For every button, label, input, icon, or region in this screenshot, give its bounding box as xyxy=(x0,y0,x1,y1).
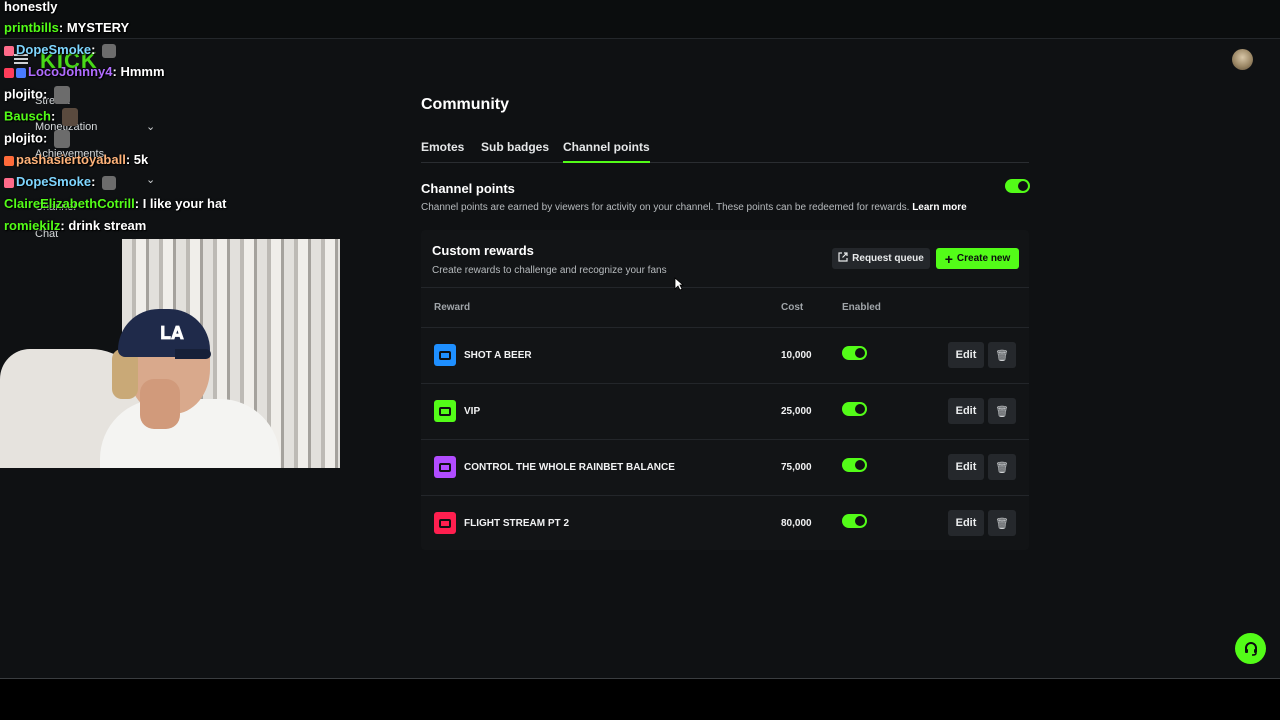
chevron-down-icon[interactable]: ⌄ xyxy=(146,173,155,186)
bottom-bar xyxy=(0,678,1280,720)
trash-icon[interactable]: 🗑 xyxy=(988,454,1016,480)
reward-name: VIP xyxy=(464,406,481,417)
reward-ticket-icon xyxy=(434,456,456,478)
avatar[interactable] xyxy=(1232,49,1253,70)
chat-message: DopeSmoke: xyxy=(4,174,117,190)
face-emote-icon xyxy=(53,86,70,104)
divider xyxy=(421,439,1029,440)
tab-bar: Emotes Sub badges Channel points xyxy=(421,140,1029,163)
reward-ticket-icon xyxy=(434,400,456,422)
reward-ticket-icon xyxy=(434,512,456,534)
divider xyxy=(421,287,1029,288)
channel-points-title: Channel points xyxy=(421,181,515,196)
chat-username: LocoJohnny4 xyxy=(28,64,113,79)
channel-points-description: Channel points are earned by viewers for… xyxy=(421,202,967,213)
reward-cost: 10,000 xyxy=(781,350,812,361)
trash-icon[interactable]: 🗑 xyxy=(988,342,1016,368)
edit-button[interactable]: Edit xyxy=(948,342,984,368)
trash-icon[interactable]: 🗑 xyxy=(988,510,1016,536)
custom-rewards-card: Custom rewards Create rewards to challen… xyxy=(421,230,1029,550)
chat-message: DopeSmoke: xyxy=(4,42,117,58)
chat-message: pashasiertoyaball: 5k xyxy=(4,152,148,167)
reward-enabled-toggle[interactable] xyxy=(842,458,867,472)
tab-emotes[interactable]: Emotes xyxy=(421,140,464,154)
chat-username: plojito xyxy=(4,86,43,102)
chat-message: printbills: MYSTERY xyxy=(4,20,130,35)
custom-rewards-title: Custom rewards xyxy=(432,243,534,258)
chat-text: drink stream xyxy=(68,218,147,233)
chat-message: romiekilz: drink stream xyxy=(4,218,147,233)
sub-badge-icon xyxy=(4,67,14,78)
chat-overflow-text: honestly xyxy=(4,0,58,14)
face-emote-icon xyxy=(61,108,78,126)
create-new-button[interactable]: + Create new xyxy=(936,248,1019,269)
chat-username: ClaireElizabethCotrill xyxy=(4,196,135,211)
reward-ticket-icon xyxy=(434,344,456,366)
chat-username: romiekilz xyxy=(4,218,61,233)
tab-sub-badges[interactable]: Sub badges xyxy=(481,140,549,154)
heart-badge-icon xyxy=(4,177,14,188)
chat-username: pashasiertoyaball xyxy=(16,152,126,167)
chat-text: Hmmm xyxy=(120,64,165,79)
chat-message: plojito: xyxy=(4,86,70,104)
chat-username: plojito xyxy=(4,130,43,146)
table-row: VIP 25,000 Edit 🗑 xyxy=(421,386,1029,442)
chat-message: Bausch: xyxy=(4,108,78,126)
page-title: Community xyxy=(421,96,509,113)
reward-cost: 75,000 xyxy=(781,462,812,473)
reward-enabled-toggle[interactable] xyxy=(842,346,867,360)
skull-emote-icon xyxy=(102,175,117,190)
gift-badge-icon xyxy=(16,67,26,78)
chat-message: LocoJohnny4: Hmmm xyxy=(4,64,165,79)
mouse-cursor-icon xyxy=(674,277,684,291)
table-row: SHOT A BEER 10,000 Edit 🗑 xyxy=(421,330,1029,386)
reward-name: SHOT A BEER xyxy=(464,350,532,361)
column-header-enabled: Enabled xyxy=(842,302,881,313)
chat-text: I like your hat xyxy=(142,196,227,211)
chat-username: DopeSmoke xyxy=(16,42,92,57)
reward-name: FLIGHT STREAM PT 2 xyxy=(464,518,569,529)
chat-username: Bausch xyxy=(4,108,51,124)
edit-button[interactable]: Edit xyxy=(948,398,984,424)
heart-badge-icon xyxy=(4,45,14,56)
chat-text: 5k xyxy=(133,152,149,167)
plus-icon: + xyxy=(944,250,953,267)
table-row: CONTROL THE WHOLE RAINBET BALANCE 75,000… xyxy=(421,442,1029,498)
reward-name: CONTROL THE WHOLE RAINBET BALANCE xyxy=(464,462,675,473)
reward-enabled-toggle[interactable] xyxy=(842,402,867,416)
top-bar xyxy=(0,0,1280,39)
edit-button[interactable]: Edit xyxy=(948,454,984,480)
face-emote-icon xyxy=(53,130,70,148)
divider xyxy=(421,327,1029,328)
chat-message: ClaireElizabethCotrill: I like your hat xyxy=(4,196,227,211)
chat-message: plojito: xyxy=(4,130,70,148)
chat-text: MYSTERY xyxy=(66,20,130,35)
gift-badge-icon xyxy=(4,155,14,166)
skull-emote-icon xyxy=(102,43,117,58)
divider xyxy=(421,495,1029,496)
learn-more-link[interactable]: Learn more xyxy=(912,202,966,213)
chat-username: DopeSmoke xyxy=(16,174,92,189)
support-chat-icon[interactable] xyxy=(1235,633,1266,664)
chevron-down-icon[interactable]: ⌄ xyxy=(146,120,155,133)
reward-cost: 25,000 xyxy=(781,406,812,417)
trash-icon[interactable]: 🗑 xyxy=(988,398,1016,424)
table-row: FLIGHT STREAM PT 2 80,000 Edit 🗑 xyxy=(421,498,1029,554)
custom-rewards-subtitle: Create rewards to challenge and recogniz… xyxy=(432,265,667,276)
request-queue-button[interactable]: Request queue xyxy=(832,248,930,269)
divider xyxy=(421,383,1029,384)
reward-enabled-toggle[interactable] xyxy=(842,514,867,528)
column-header-reward: Reward xyxy=(434,302,471,313)
chat-username: printbills xyxy=(4,20,59,35)
edit-button[interactable]: Edit xyxy=(948,510,984,536)
webcam-overlay: 𝐋𝐀 xyxy=(0,239,340,468)
channel-points-toggle[interactable] xyxy=(1005,179,1030,193)
reward-cost: 80,000 xyxy=(781,518,812,529)
external-link-icon xyxy=(838,252,848,265)
tab-channel-points[interactable]: Channel points xyxy=(563,140,650,163)
column-header-cost: Cost xyxy=(781,302,804,313)
